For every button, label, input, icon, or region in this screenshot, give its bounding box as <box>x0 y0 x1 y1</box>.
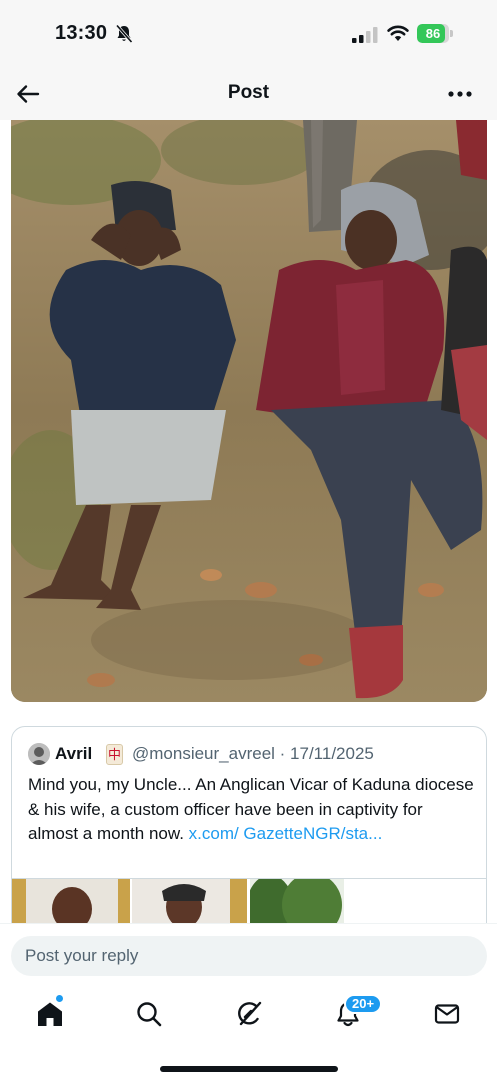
quoted-post-text: Mind you, my Uncle... An Anglican Vicar … <box>28 773 476 847</box>
avatar-image <box>28 743 50 765</box>
quoted-author-meta: @monsieur_avreel · 17/11/2025 <box>132 744 374 763</box>
quoted-post-header: Avril 中 @monsieur_avreel · 17/11/2025 <box>28 743 478 767</box>
tab-search[interactable] <box>129 996 169 1032</box>
messages-icon <box>434 1004 460 1024</box>
home-icon <box>38 1002 62 1026</box>
tab-home[interactable] <box>30 996 70 1032</box>
battery-indicator: 86 <box>417 24 453 43</box>
tab-messages[interactable] <box>427 996 467 1032</box>
bell-slash-icon <box>115 24 133 44</box>
page-title: Post <box>227 82 270 103</box>
grok-icon <box>238 1001 262 1026</box>
bottom-bar: 20+ <box>0 923 497 1080</box>
post-header: Post <box>0 68 497 120</box>
home-new-dot <box>56 995 63 1002</box>
quoted-post-link[interactable]: x.com/ GazetteNGR/sta... <box>189 824 383 843</box>
avatar[interactable] <box>28 743 50 765</box>
home-indicator[interactable] <box>160 1066 338 1072</box>
battery-percentage: 86 <box>425 26 441 41</box>
author-badge: 中 <box>106 744 123 765</box>
status-time: 13:30 <box>55 22 108 44</box>
status-bar: 13:30 86 <box>0 0 497 68</box>
post-photo[interactable] <box>11 120 487 702</box>
search-icon <box>137 1002 162 1027</box>
signal-icon <box>352 27 378 43</box>
reply-input[interactable] <box>11 936 487 976</box>
more-icon[interactable] <box>444 80 476 108</box>
notifications-badge: 20+ <box>344 994 383 1014</box>
quoted-author-name[interactable]: Avril <box>55 744 92 764</box>
tab-grok[interactable] <box>229 996 269 1032</box>
wifi-icon <box>387 25 409 41</box>
post-photo-image <box>11 120 487 702</box>
